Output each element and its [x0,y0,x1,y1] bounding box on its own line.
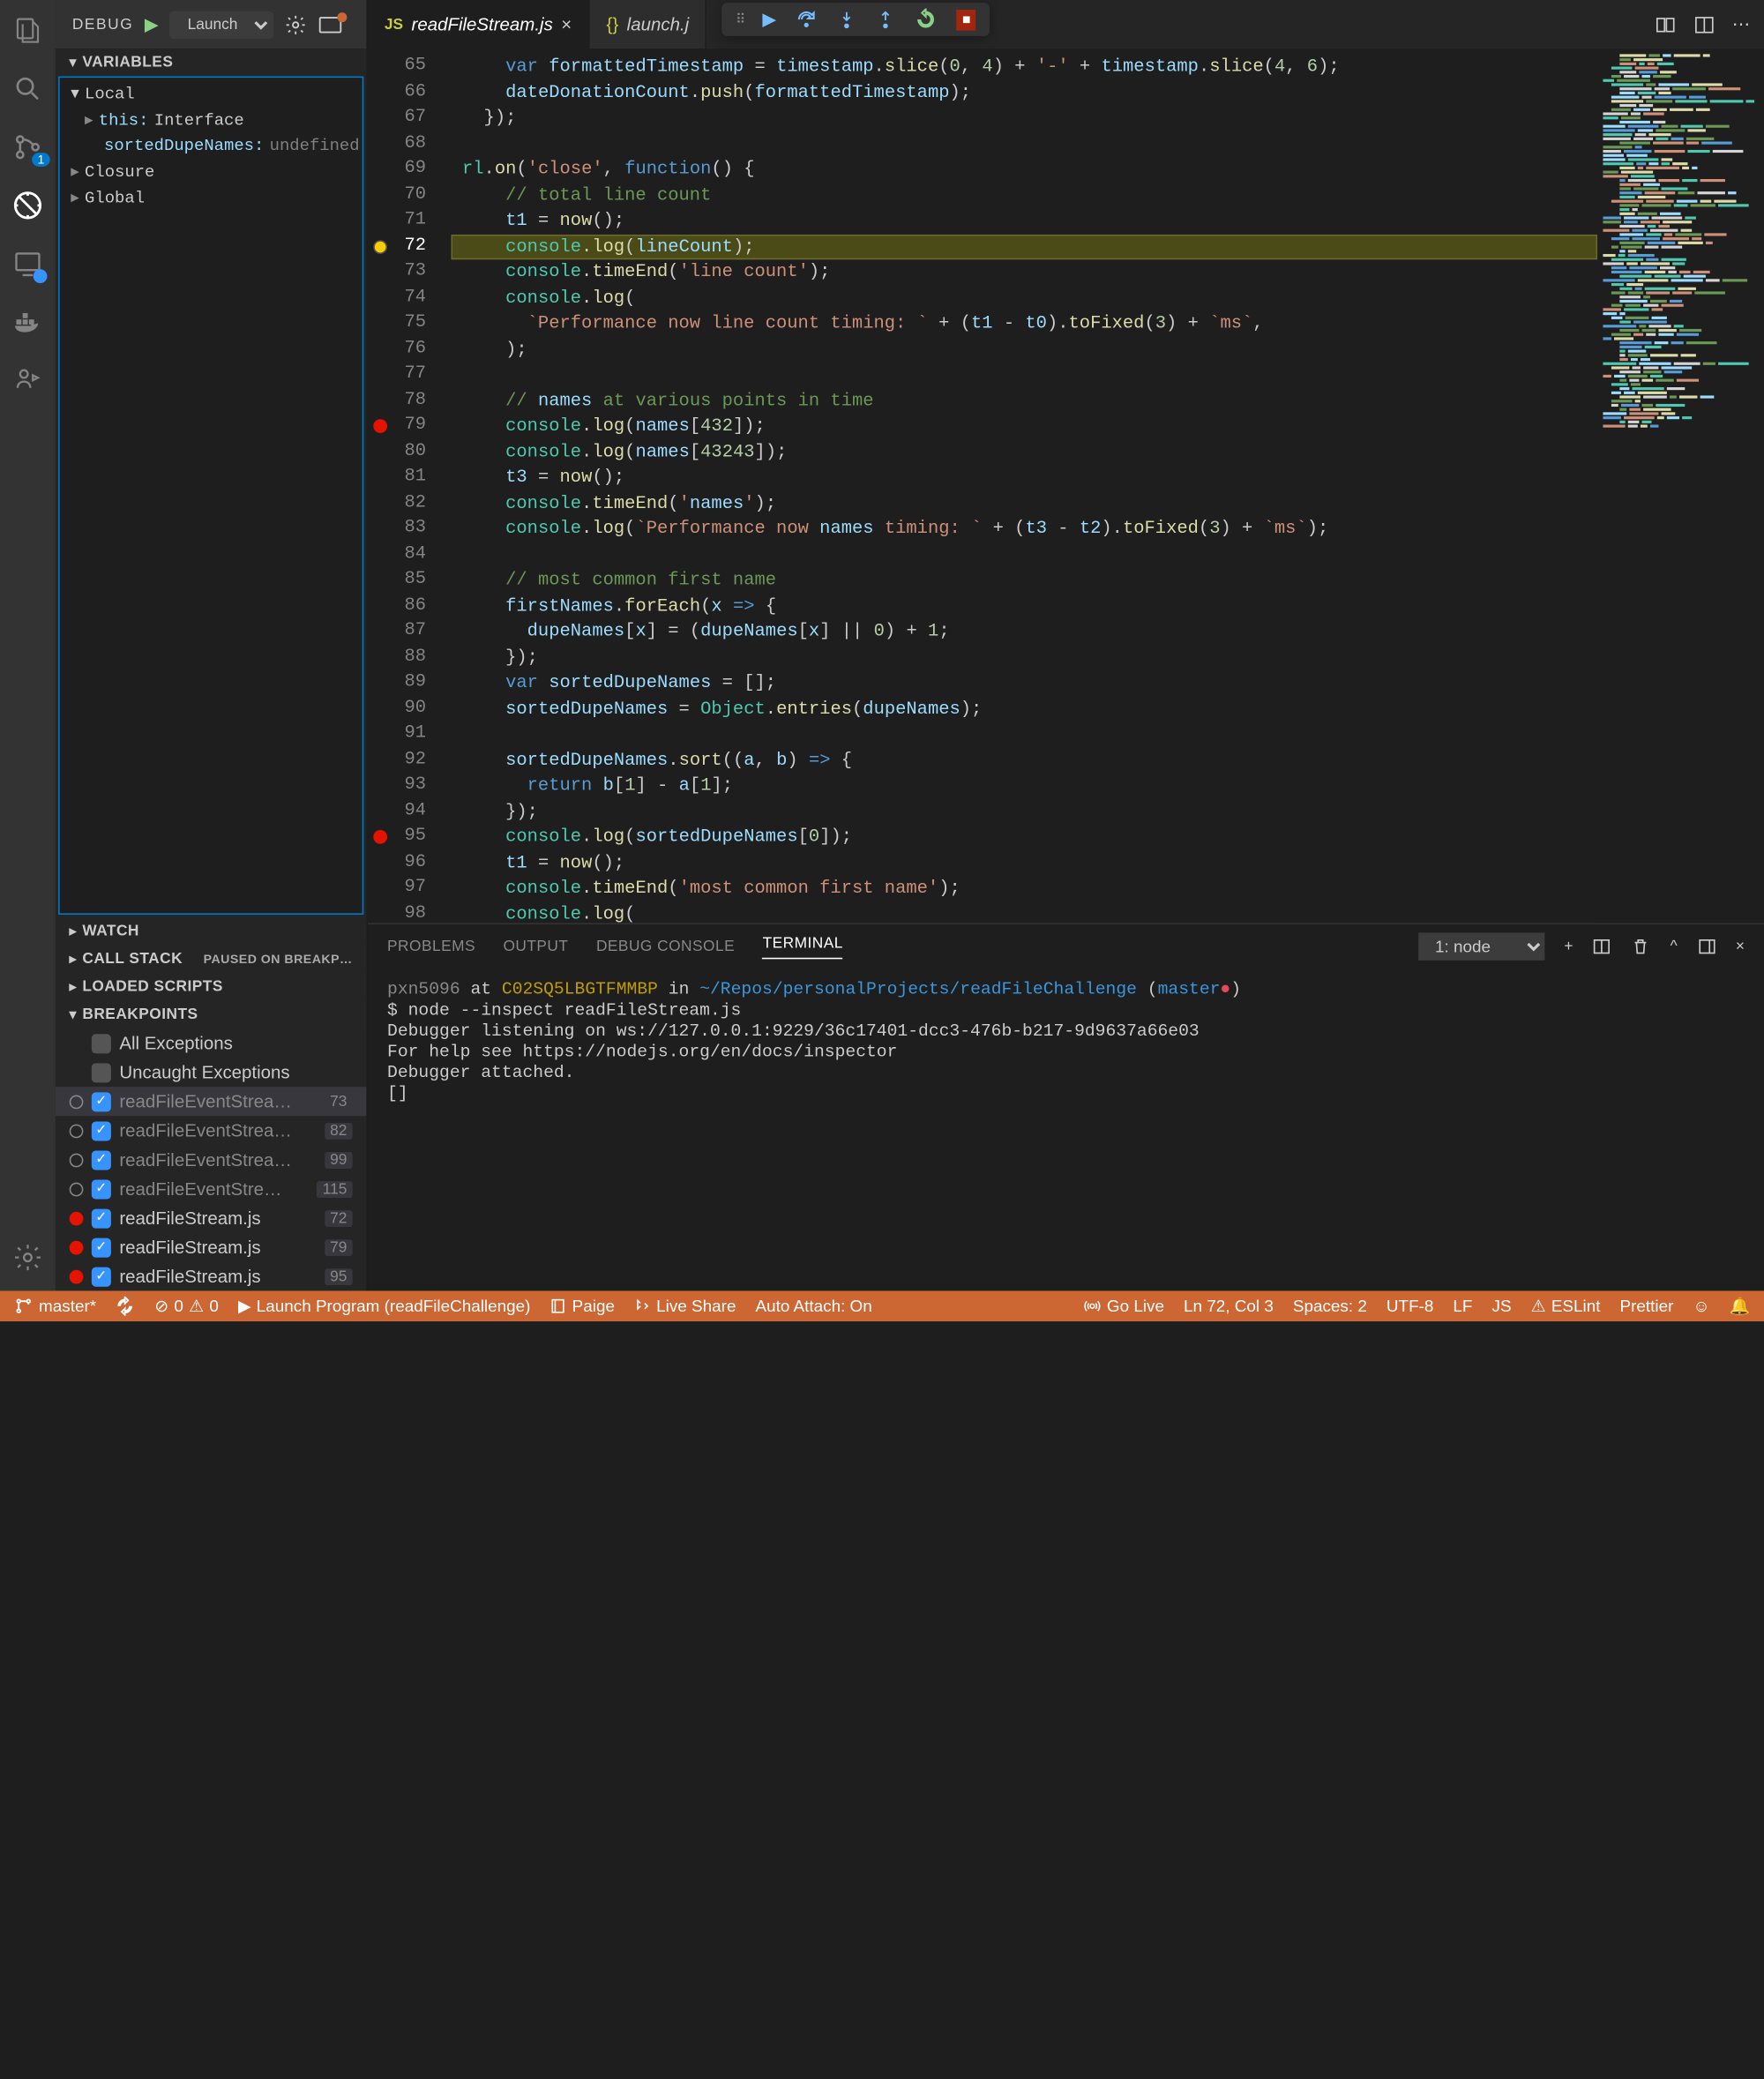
tab-readfilestream[interactable]: JSreadFileStream.js× [368,0,590,49]
terminal-select[interactable]: 1: node [1418,932,1544,960]
bp-item[interactable]: ✓readFileEventStrea…82 [56,1116,366,1145]
maximize-panel-icon[interactable]: ^ [1671,939,1678,955]
bp-item[interactable]: ✓readFileStream.js95 [56,1261,366,1290]
start-debug-icon[interactable]: ▶ [145,13,159,35]
sb-eslint[interactable]: ⚠ ESLint [1531,1297,1601,1316]
liveshare-icon[interactable] [11,363,45,397]
sb-autoattach[interactable]: Auto Attach: On [755,1297,871,1316]
sb-sync[interactable] [116,1297,135,1316]
variables-body: ▾Local ▸this: Interface sortedDupeNames:… [58,77,363,915]
debug-toolbar[interactable]: ⠿ ▶ ■ [721,3,990,36]
compare-icon[interactable] [1655,13,1677,35]
line-gutter[interactable]: 6566676869707172737475767778798081828384… [368,49,451,923]
js-icon: JS [385,16,403,33]
var-scope-closure[interactable]: ▸Closure [60,158,363,184]
activity-bar [0,0,56,1290]
settings-icon[interactable] [11,1241,45,1275]
sb-branch[interactable]: master* [14,1297,96,1316]
var-scope-local[interactable]: ▾Local [60,80,363,107]
panel-layout-icon[interactable] [1697,937,1716,956]
new-terminal-icon[interactable]: + [1564,939,1573,955]
scm-icon[interactable] [11,131,45,164]
bp-item[interactable]: ✓readFileStream.js72 [56,1203,366,1232]
debug-icon[interactable] [11,189,45,222]
sb-feedback-icon[interactable]: ☺ [1693,1297,1709,1316]
step-out-icon[interactable] [876,8,895,30]
debug-console-icon[interactable] [318,15,343,34]
launch-config-select[interactable]: Launch [169,11,273,38]
panel-tab-problems[interactable]: PROBLEMS [387,939,475,955]
sb-paige[interactable]: Paige [549,1297,614,1316]
minimap[interactable] [1597,49,1764,923]
sb-spaces[interactable]: Spaces: 2 [1293,1297,1367,1316]
callstack-header[interactable]: ▸CALL STACKPAUSED ON BREAKP… [56,946,366,973]
step-over-icon[interactable] [796,8,818,30]
bp-item[interactable]: ✓readFileStream.js79 [56,1232,366,1261]
sb-prettier[interactable]: Prettier [1619,1297,1673,1316]
drag-handle-icon[interactable]: ⠿ [736,11,743,26]
close-icon[interactable]: × [561,14,572,35]
explorer-icon[interactable] [11,14,45,48]
breakpoints-header[interactable]: ▾BREAKPOINTS [56,1001,366,1028]
breakpoints-body: All Exceptions Uncaught Exceptions ✓read… [56,1028,366,1290]
sb-golive[interactable]: Go Live [1085,1297,1164,1316]
sb-liveshare[interactable]: Live Share [634,1297,736,1316]
watch-header[interactable]: ▸WATCH [56,917,366,945]
sb-errors[interactable]: ⊘ 0 ⚠ 0 [154,1297,219,1316]
stop-icon[interactable]: ■ [957,9,976,30]
var-scope-global[interactable]: ▸Global [60,184,363,211]
debug-label: DEBUG [72,16,133,33]
sb-lang[interactable]: JS [1492,1297,1512,1316]
sb-bell-icon[interactable]: 🔔 [1730,1297,1751,1316]
panel-tab-output[interactable]: OUTPUT [503,939,568,955]
split-terminal-icon[interactable] [1592,937,1611,956]
tab-launch[interactable]: {}launch.j [590,0,707,49]
kill-terminal-icon[interactable] [1632,937,1651,956]
sidebar: DEBUG ▶ Launch ▾VARIABLES ▾Local ▸this: … [56,0,368,1290]
var-this[interactable]: ▸this: Interface [60,107,363,133]
continue-icon[interactable]: ▶ [762,8,776,30]
loaded-scripts-header[interactable]: ▸LOADED SCRIPTS [56,973,366,1000]
bp-item[interactable]: ✓readFileEventStre…115 [56,1174,366,1203]
panel: PROBLEMS OUTPUT DEBUG CONSOLE TERMINAL 1… [368,923,1764,1290]
step-into-icon[interactable] [837,8,856,30]
restart-icon[interactable] [915,8,937,30]
docker-icon[interactable] [11,305,45,339]
bp-uncaught[interactable]: Uncaught Exceptions [56,1058,366,1087]
panel-tab-terminal[interactable]: TERMINAL [763,935,843,959]
status-bar: master* ⊘ 0 ⚠ 0 ▶ Launch Program (readFi… [0,1290,1764,1321]
close-panel-icon[interactable]: × [1736,939,1745,955]
editor-area: JSreadFileStream.js× {}launch.j ⠿ ▶ ■ ⋯ [368,0,1764,1290]
code-editor[interactable]: var formattedTimestamp = timestamp.slice… [451,49,1597,923]
variables-header[interactable]: ▾VARIABLES [56,49,366,76]
sb-eol[interactable]: LF [1453,1297,1472,1316]
sb-launch[interactable]: ▶ Launch Program (readFileChallenge) [238,1297,531,1316]
remote-icon[interactable] [11,247,45,280]
json-icon: {} [607,14,619,35]
var-sorteddupenames[interactable]: sortedDupeNames: undefined [60,133,363,158]
search-icon[interactable] [11,72,45,106]
more-icon[interactable]: ⋯ [1732,13,1750,35]
bp-item[interactable]: ✓readFileEventStrea…73 [56,1087,366,1116]
bp-all-exceptions[interactable]: All Exceptions [56,1028,366,1058]
sb-position[interactable]: Ln 72, Col 3 [1184,1297,1274,1316]
bp-item[interactable]: ✓readFileEventStrea…99 [56,1145,366,1174]
debug-settings-icon[interactable] [285,13,307,35]
sb-encoding[interactable]: UTF-8 [1387,1297,1434,1316]
terminal-output[interactable]: pxn5096 at C02SQ5LBGTFMMBP in ~/Repos/pe… [368,968,1764,1290]
panel-tab-debugconsole[interactable]: DEBUG CONSOLE [596,939,735,955]
split-icon[interactable] [1693,13,1715,35]
editor-tabs: JSreadFileStream.js× {}launch.j ⠿ ▶ ■ ⋯ [368,0,1764,49]
